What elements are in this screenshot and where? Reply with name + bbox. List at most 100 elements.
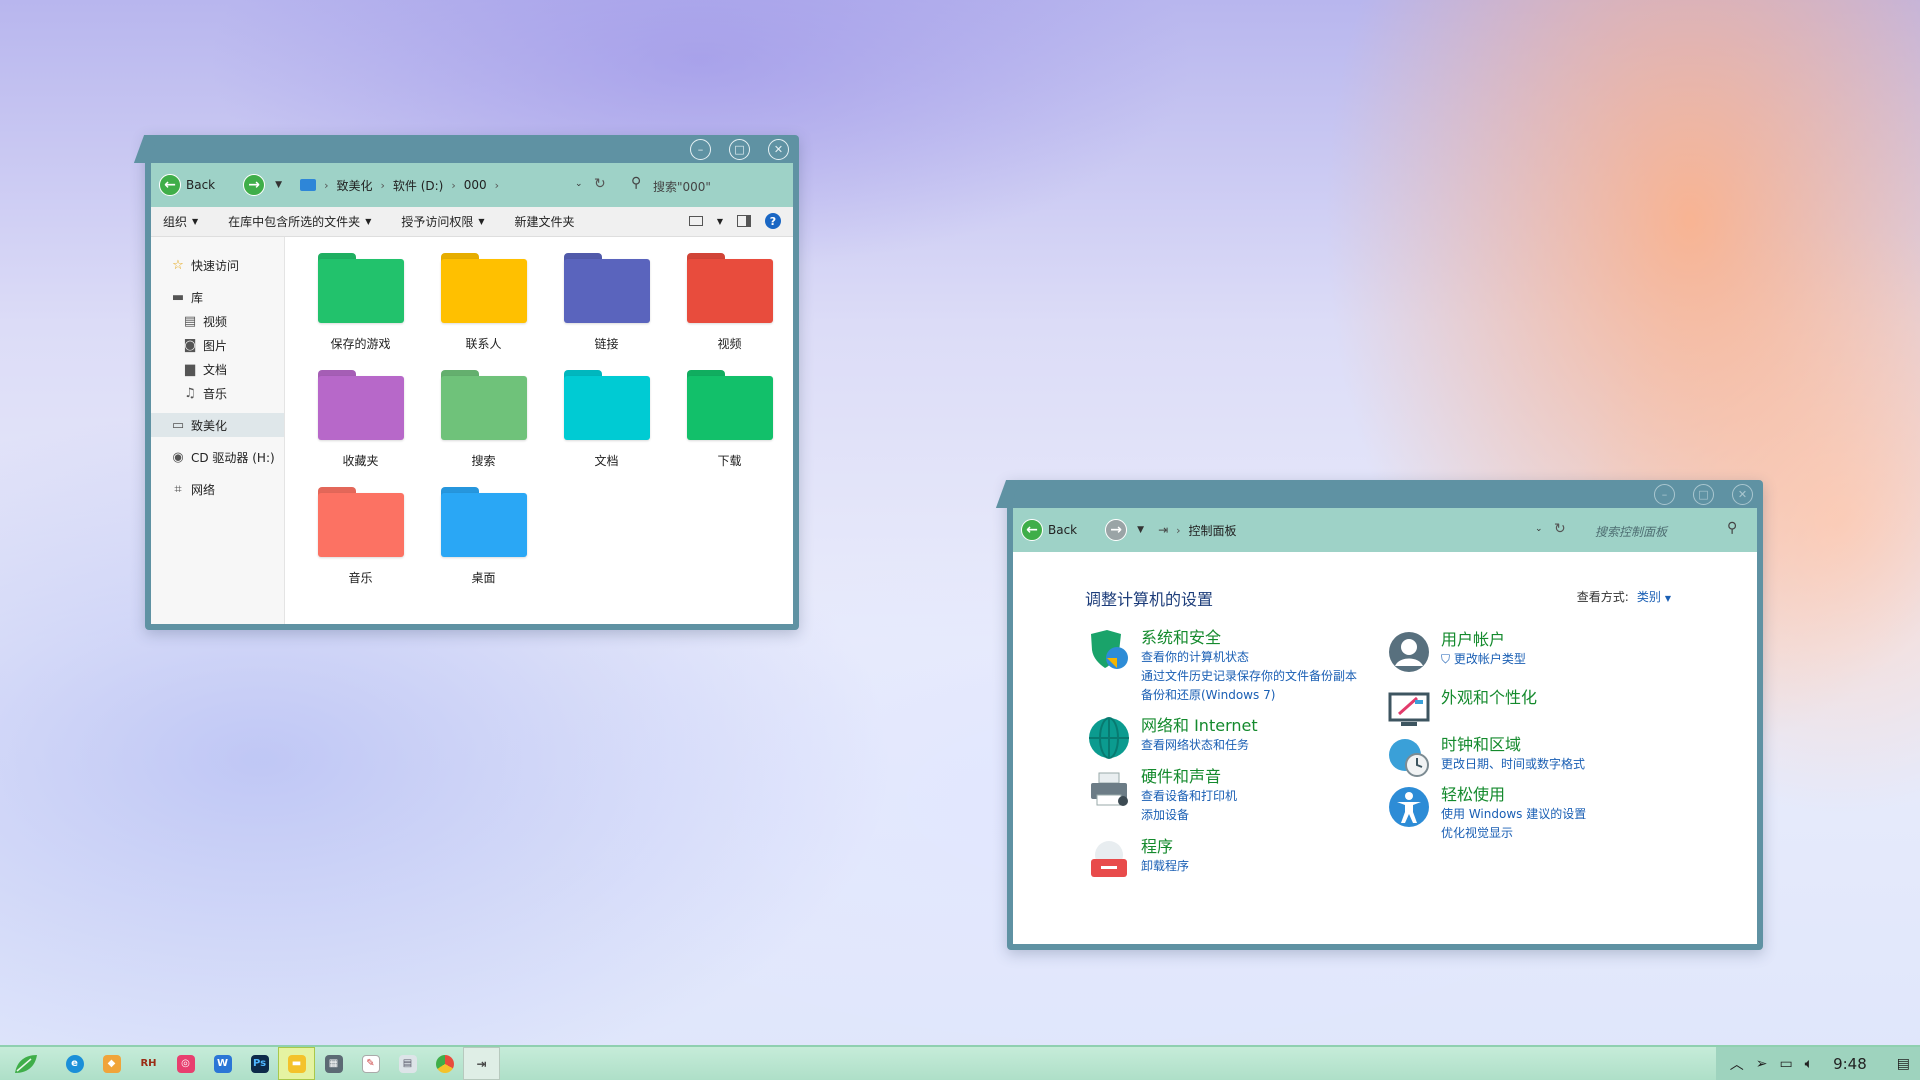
view-by-value[interactable]: 类别 bbox=[1637, 590, 1661, 604]
address-dropdown[interactable]: ⌄ bbox=[575, 179, 583, 189]
category-title[interactable]: 用户帐户 bbox=[1441, 630, 1526, 650]
taskbar-rh[interactable]: RH bbox=[130, 1047, 167, 1080]
minimize-button[interactable]: – bbox=[690, 139, 711, 160]
volume-icon[interactable]: 🔈︎ bbox=[1805, 1056, 1813, 1072]
chevron-right-icon[interactable]: › bbox=[495, 179, 499, 192]
close-button[interactable]: ✕ bbox=[768, 139, 789, 160]
explorer-titlebar[interactable]: – □ ✕ bbox=[133, 135, 799, 163]
taskbar-camera[interactable]: ◎ bbox=[167, 1047, 204, 1080]
chevron-up-icon[interactable]: ︿ bbox=[1730, 1054, 1744, 1074]
back-arrow-icon[interactable]: ← bbox=[159, 174, 181, 196]
cpanel-navbar: ← Back → ▼ ⇥ › 控制面板 ⌄ ↻ 搜索控制面板 ⚲ bbox=[1013, 508, 1757, 552]
category-title[interactable]: 系统和安全 bbox=[1141, 628, 1357, 648]
recent-locations-dropdown[interactable]: ▼ bbox=[1137, 525, 1144, 535]
sidebar-item-documents[interactable]: ▆ 文档 bbox=[151, 357, 284, 381]
sidebar-item-videos[interactable]: ▤ 视频 bbox=[151, 309, 284, 333]
caret-down-icon[interactable]: ▼ bbox=[717, 217, 723, 226]
taskbar-control-panel[interactable]: ⇥ bbox=[463, 1047, 500, 1080]
folder-item[interactable]: 下载 bbox=[668, 370, 791, 469]
taskbar-calculator[interactable]: ▦ bbox=[315, 1047, 352, 1080]
folder-item[interactable]: 文档 bbox=[545, 370, 668, 469]
taskbar-writer[interactable]: W bbox=[204, 1047, 241, 1080]
breadcrumb-item[interactable]: 软件 (D:) bbox=[393, 177, 443, 194]
category-title[interactable]: 外观和个性化 bbox=[1441, 688, 1537, 708]
back-button[interactable]: Back bbox=[1048, 523, 1077, 537]
search-input[interactable]: 搜索"000" bbox=[653, 178, 711, 195]
folder-item[interactable]: 保存的游戏 bbox=[299, 253, 422, 352]
chevron-right-icon[interactable]: › bbox=[1176, 524, 1180, 537]
cpanel-titlebar[interactable]: – □ ✕ bbox=[995, 480, 1763, 508]
category-link[interactable]: 使用 Windows 建议的设置 bbox=[1441, 805, 1586, 824]
category-link[interactable]: ⛉ 更改帐户类型 bbox=[1441, 650, 1526, 669]
taskbar-edge[interactable]: e bbox=[56, 1047, 93, 1080]
category-link[interactable]: 备份和还原(Windows 7) bbox=[1141, 686, 1357, 705]
chevron-right-icon[interactable]: › bbox=[380, 179, 384, 192]
category-link[interactable]: 优化视觉显示 bbox=[1441, 824, 1586, 843]
taskbar-clipboard[interactable]: ▤ bbox=[389, 1047, 426, 1080]
organize-menu[interactable]: 组织 ▼ bbox=[163, 213, 198, 230]
sidebar-item-this-pc[interactable]: ▭ 致美化 bbox=[151, 413, 284, 437]
folder-item[interactable]: 联系人 bbox=[422, 253, 545, 352]
include-in-library-menu[interactable]: 在库中包含所选的文件夹 ▼ bbox=[228, 213, 371, 230]
category-link[interactable]: 添加设备 bbox=[1141, 806, 1237, 825]
category-link[interactable]: 查看你的计算机状态 bbox=[1141, 648, 1357, 667]
category-link[interactable]: 查看设备和打印机 bbox=[1141, 787, 1237, 806]
refresh-icon[interactable]: ↻ bbox=[1554, 521, 1566, 537]
view-options-icon[interactable] bbox=[688, 216, 703, 226]
breadcrumb-item[interactable]: 控制面板 bbox=[1189, 522, 1237, 539]
recent-locations-dropdown[interactable]: ▼ bbox=[275, 180, 282, 190]
forward-button[interactable]: → bbox=[1105, 519, 1128, 541]
network-status-icon[interactable]: ▭ bbox=[1779, 1056, 1792, 1072]
category-title[interactable]: 程序 bbox=[1141, 837, 1189, 857]
folder-item[interactable]: 链接 bbox=[545, 253, 668, 352]
sidebar-item-music[interactable]: ♫ 音乐 bbox=[151, 381, 284, 405]
category-title[interactable]: 网络和 Internet bbox=[1141, 716, 1258, 736]
category-link[interactable]: 查看网络状态和任务 bbox=[1141, 736, 1258, 755]
taskbar-paint[interactable]: ◆ bbox=[93, 1047, 130, 1080]
send-icon[interactable]: ➢ bbox=[1756, 1056, 1768, 1072]
breadcrumb-item[interactable]: 000 bbox=[464, 178, 487, 192]
category-link[interactable]: 通过文件历史记录保存你的文件备份副本 bbox=[1141, 667, 1357, 686]
sidebar-item-library[interactable]: ▬ 库 bbox=[151, 285, 284, 309]
forward-button[interactable]: → bbox=[243, 174, 266, 196]
category-title[interactable]: 时钟和区域 bbox=[1441, 735, 1585, 755]
category-link[interactable]: 卸载程序 bbox=[1141, 857, 1189, 876]
folder-item[interactable]: 收藏夹 bbox=[299, 370, 422, 469]
new-folder-button[interactable]: 新建文件夹 bbox=[515, 213, 575, 230]
maximize-button[interactable]: □ bbox=[729, 139, 750, 160]
folder-item[interactable]: 桌面 bbox=[422, 487, 545, 586]
folder-item[interactable]: 视频 bbox=[668, 253, 791, 352]
share-access-menu[interactable]: 授予访问权限 ▼ bbox=[401, 213, 484, 230]
category-link[interactable]: 更改日期、时间或数字格式 bbox=[1441, 755, 1585, 774]
maximize-button[interactable]: □ bbox=[1693, 484, 1714, 505]
taskbar-photoshop[interactable]: Ps bbox=[241, 1047, 278, 1080]
taskbar-notepad[interactable]: ✎ bbox=[352, 1047, 389, 1080]
view-by-control[interactable]: 查看方式: 类别 ▼ bbox=[1577, 588, 1671, 605]
close-button[interactable]: ✕ bbox=[1732, 484, 1753, 505]
help-icon[interactable]: ? bbox=[765, 213, 781, 229]
back-arrow-icon[interactable]: ← bbox=[1021, 519, 1043, 541]
sidebar-item-pictures[interactable]: ◙ 图片 bbox=[151, 333, 284, 357]
back-button[interactable]: Back bbox=[186, 178, 215, 192]
sidebar-item-quick-access[interactable]: ☆ 快速访问 bbox=[151, 253, 284, 277]
search-input[interactable]: 搜索控制面板 bbox=[1595, 523, 1667, 540]
category-title[interactable]: 硬件和声音 bbox=[1141, 767, 1237, 787]
refresh-icon[interactable]: ↻ bbox=[594, 176, 606, 192]
chevron-right-icon[interactable]: › bbox=[451, 179, 455, 192]
clock[interactable]: 9:48 bbox=[1833, 1055, 1867, 1073]
sidebar-item-cd-drive[interactable]: ◉ CD 驱动器 (H:) bbox=[151, 445, 284, 469]
taskbar-chrome[interactable] bbox=[426, 1047, 463, 1080]
sidebar-item-network[interactable]: ⌗ 网络 bbox=[151, 477, 284, 501]
taskbar-explorer[interactable]: ▬ bbox=[278, 1047, 315, 1080]
start-button[interactable] bbox=[0, 1047, 52, 1080]
action-center-icon[interactable]: ▤ bbox=[1897, 1056, 1910, 1072]
folder-item[interactable]: 音乐 bbox=[299, 487, 422, 586]
category-title[interactable]: 轻松使用 bbox=[1441, 785, 1586, 805]
chevron-right-icon[interactable]: › bbox=[324, 179, 328, 192]
breadcrumb-item[interactable]: 致美化 bbox=[336, 177, 372, 194]
search-icon[interactable]: ⚲ bbox=[1727, 520, 1737, 536]
folder-item[interactable]: 搜索 bbox=[422, 370, 545, 469]
preview-pane-icon[interactable] bbox=[737, 215, 751, 227]
address-dropdown[interactable]: ⌄ bbox=[1535, 524, 1543, 534]
minimize-button[interactable]: – bbox=[1654, 484, 1675, 505]
